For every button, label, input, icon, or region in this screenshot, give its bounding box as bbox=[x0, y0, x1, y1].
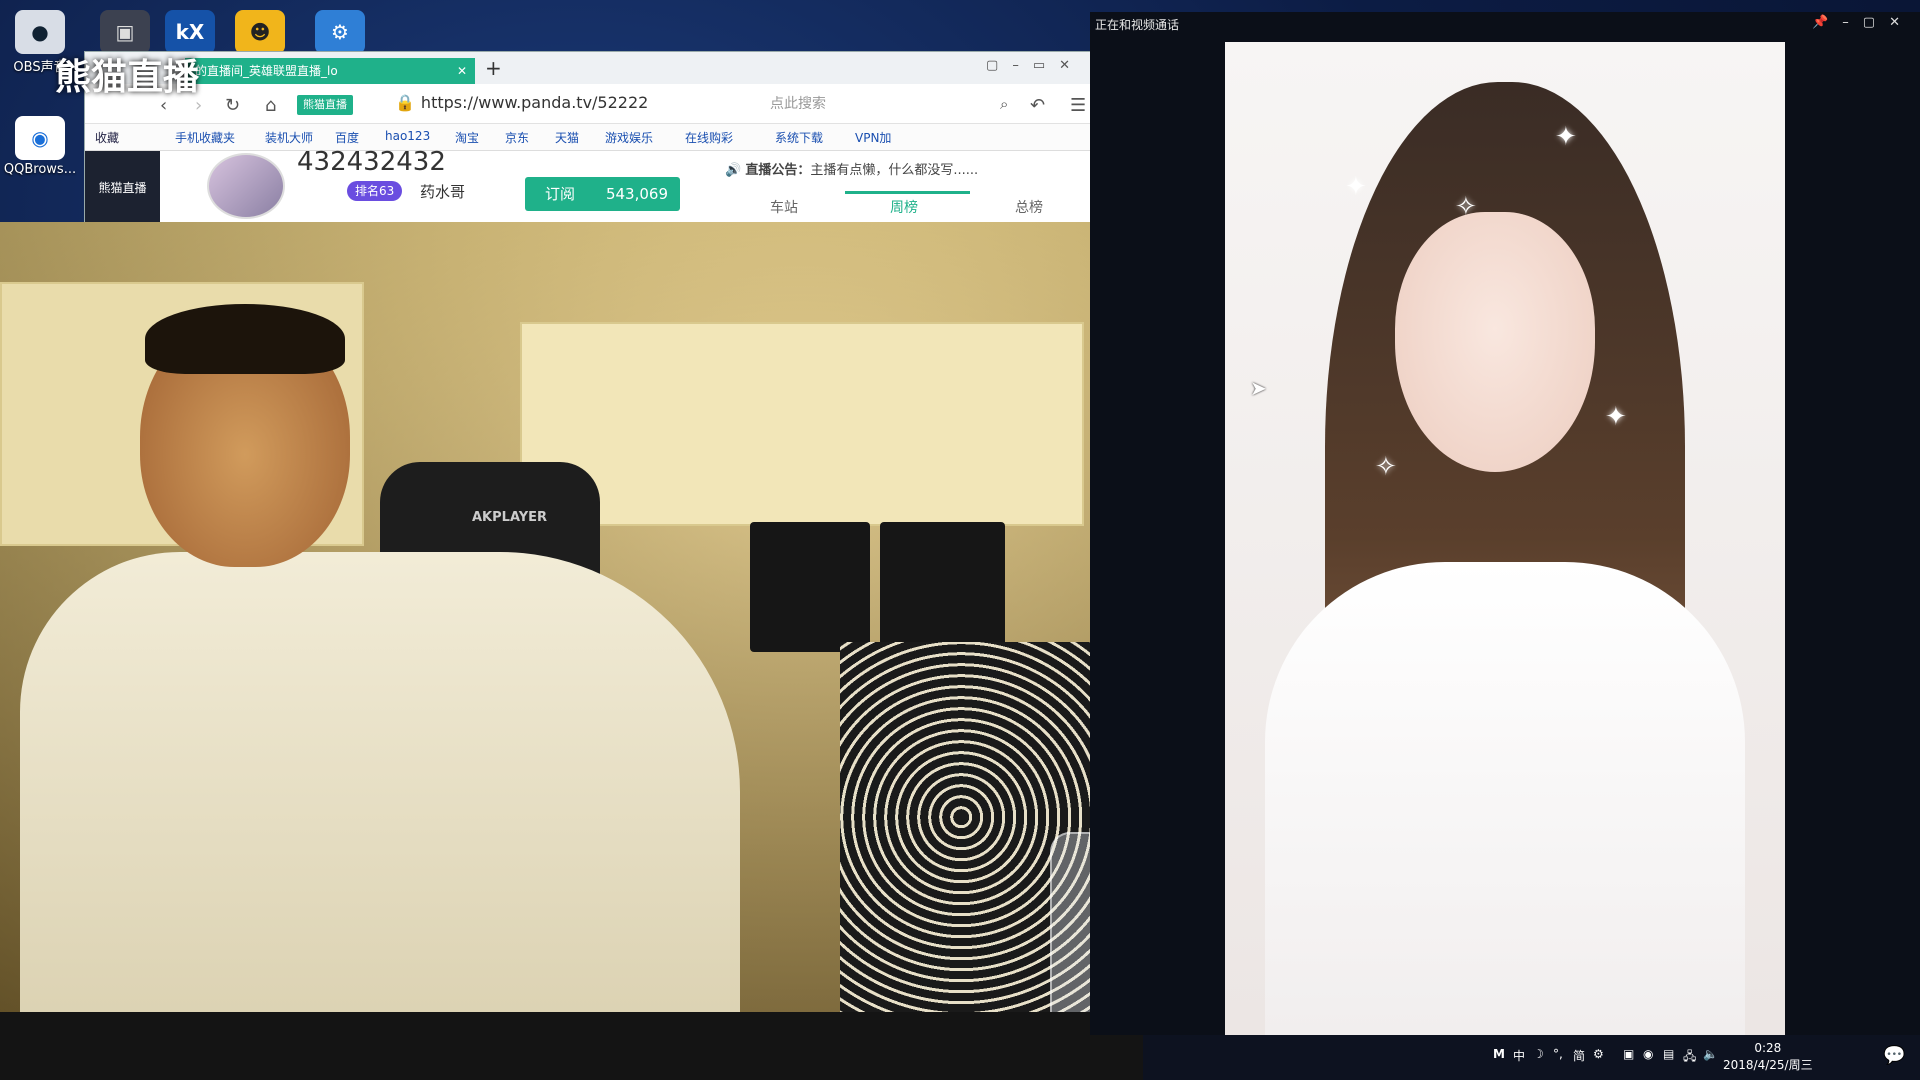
speaker bbox=[750, 522, 870, 652]
sparkle-icon: ✦ bbox=[1555, 122, 1577, 152]
browser-window-controls[interactable]: ▢–▭✕ bbox=[986, 58, 1084, 73]
url-text: https://www.panda.tv/52222 bbox=[420, 93, 649, 112]
call-window-controls[interactable]: 📌–▢✕ bbox=[1812, 15, 1914, 30]
remote-video: ✦ ✧ ✦ ✧ ✦ bbox=[1225, 42, 1785, 1035]
webcam-feed: AKPLAYER bbox=[0, 222, 1143, 1080]
gear-icon[interactable]: ⚙ bbox=[1593, 1047, 1604, 1061]
sparkle-icon: ✦ bbox=[1345, 172, 1367, 202]
menu-icon[interactable]: ☰ bbox=[1070, 95, 1086, 116]
bookmark-item[interactable]: 游戏娱乐 bbox=[605, 129, 653, 146]
speaker-icon: 🔊 bbox=[725, 163, 746, 178]
tab-title: 的直播间_英雄联盟直播_lo bbox=[195, 64, 338, 78]
qqbrowser-icon: ◉ bbox=[15, 116, 65, 160]
bookmark-item[interactable]: 京东 bbox=[505, 129, 529, 146]
room-id: 432432432 bbox=[297, 147, 446, 177]
tray-app-icon[interactable]: ▣ bbox=[1623, 1047, 1634, 1061]
bookmark-item[interactable]: 装机大师 bbox=[265, 129, 313, 146]
bookmark-item[interactable]: 收藏 bbox=[95, 129, 119, 146]
sidebar-logo[interactable]: 熊猫直播 bbox=[85, 151, 160, 222]
gear-icon: ⚙ bbox=[315, 10, 365, 54]
mouse-cursor-icon: ➤ bbox=[1250, 376, 1267, 400]
punct-icon[interactable]: °, bbox=[1553, 1047, 1563, 1061]
lock-icon: 🔒 bbox=[395, 93, 415, 112]
site-badge: 熊猫直播 bbox=[297, 95, 353, 115]
undo-icon[interactable]: ↶ bbox=[1030, 95, 1045, 116]
notice-label: 直播公告： bbox=[745, 163, 811, 178]
video-call-window: 正在和视频通话 📌–▢✕ ✦ ✧ ✦ ✧ ✦ bbox=[1090, 12, 1920, 1035]
volume-icon[interactable]: 🔈 bbox=[1703, 1047, 1718, 1061]
network-icon[interactable]: 🖧 bbox=[1683, 1047, 1696, 1068]
nav-bar: ‹ › ↻ ⌂ 熊猫直播 🔒 https://www.panda.tv/52222… bbox=[85, 85, 1090, 124]
bookmark-item[interactable]: 系统下载 bbox=[775, 129, 823, 146]
subscribe-button[interactable]: 订阅 543,069 bbox=[525, 177, 680, 211]
sparkle-icon: ✧ bbox=[1455, 192, 1477, 222]
notice-text: 主播有点懒，什么都没写...... bbox=[810, 163, 979, 178]
tray-app-icon[interactable]: ◉ bbox=[1643, 1047, 1653, 1061]
bookmark-item[interactable]: 手机收藏夹 bbox=[175, 129, 235, 146]
bookmark-item[interactable]: 天猫 bbox=[555, 129, 579, 146]
tab-weekly[interactable]: 周榜 bbox=[890, 197, 918, 217]
sidebar-logo-text: 熊猫直播 bbox=[98, 181, 147, 195]
desktop-icon-label: QQBrows... bbox=[3, 162, 77, 177]
bookmarks-bar: 收藏 手机收藏夹 装机大师 百度 hao123 淘宝 京东 天猫 游戏娱乐 在线… bbox=[85, 124, 1090, 151]
subscribe-label: 订阅 bbox=[545, 185, 576, 203]
desktop-icon-yy[interactable]: ☻ bbox=[220, 6, 300, 56]
speaker bbox=[880, 522, 1005, 652]
clock-time: 0:28 bbox=[1754, 1041, 1782, 1055]
girl-dress bbox=[1265, 562, 1745, 1035]
address-bar[interactable]: 🔒 https://www.panda.tv/52222 bbox=[395, 93, 648, 112]
ime-chinese[interactable]: 中 bbox=[1513, 1047, 1525, 1064]
search-icon[interactable]: ⌕ bbox=[1000, 95, 1008, 113]
streamer-name: 药水哥 bbox=[420, 183, 466, 201]
bookmark-item[interactable]: hao123 bbox=[385, 129, 430, 143]
tab-total[interactable]: 总榜 bbox=[1015, 197, 1043, 217]
rank-badge: 排名63 bbox=[347, 181, 403, 201]
girl-face bbox=[1395, 212, 1595, 472]
active-tab-indicator bbox=[845, 191, 970, 194]
moon-icon[interactable]: ☽ bbox=[1533, 1047, 1544, 1061]
bookmark-item[interactable]: 百度 bbox=[335, 129, 359, 146]
tray-app-icon[interactable]: ▤ bbox=[1663, 1047, 1674, 1061]
chair-brand: AKPLAYER bbox=[472, 510, 548, 525]
browser-window: 的直播间_英雄联盟直播_lo ✕ + ▢–▭✕ ‹ › ↻ ⌂ 熊猫直播 🔒 ht… bbox=[85, 52, 1090, 222]
desktop-icon-settings[interactable]: ⚙ bbox=[300, 6, 380, 56]
sparkle-icon: ✧ bbox=[1375, 452, 1397, 482]
clock[interactable]: 0:28 2018/4/25/周三 bbox=[1723, 1040, 1813, 1074]
page-content: 熊猫直播 432432432 排名63 药水哥 订阅 543,069 🔊 直播公… bbox=[85, 147, 1090, 222]
clock-date: 2018/4/25/周三 bbox=[1723, 1058, 1813, 1072]
rank-tabs: 车站 周榜 总榜 bbox=[725, 191, 1090, 221]
yy-icon: ☻ bbox=[235, 10, 285, 54]
new-tab-button[interactable]: + bbox=[485, 56, 502, 80]
floor bbox=[0, 1012, 1143, 1080]
call-title: 正在和视频通话 bbox=[1095, 18, 1180, 32]
bookmark-item[interactable]: 淘宝 bbox=[455, 129, 479, 146]
ime-simplified[interactable]: 简 bbox=[1573, 1047, 1585, 1064]
browser-tab[interactable]: 的直播间_英雄联盟直播_lo ✕ bbox=[185, 58, 475, 84]
home-icon[interactable]: ⌂ bbox=[265, 95, 276, 116]
tab-station[interactable]: 车站 bbox=[770, 197, 798, 217]
bookmark-item[interactable]: VPN加 bbox=[855, 129, 891, 146]
person-hair bbox=[145, 304, 345, 374]
announcement: 🔊 直播公告：主播有点懒，什么都没写...... bbox=[725, 159, 978, 178]
subscribe-count: 543,069 bbox=[605, 185, 668, 203]
ime-mode-m[interactable]: M bbox=[1493, 1047, 1505, 1061]
desktop-icon-qqbrowser[interactable]: ◉ QQBrows... bbox=[0, 112, 80, 177]
reload-icon[interactable]: ↻ bbox=[225, 95, 240, 116]
overlay-logo: 熊猫直播 bbox=[55, 57, 200, 98]
shelf bbox=[520, 322, 1084, 526]
taskbar: M 中 ☽ °, 简 ⚙ ▣ ◉ ▤ 🖧 🔈 0:28 2018/4/25/周三… bbox=[1143, 1035, 1920, 1080]
tab-bar: 的直播间_英雄联盟直播_lo ✕ + ▢–▭✕ bbox=[85, 52, 1090, 84]
close-tab-icon[interactable]: ✕ bbox=[457, 58, 467, 84]
avatar[interactable] bbox=[207, 153, 285, 219]
bookmark-item[interactable]: 在线购彩 bbox=[685, 129, 733, 146]
notification-icon[interactable]: 💬 bbox=[1883, 1045, 1905, 1066]
person-body bbox=[20, 552, 740, 1080]
search-input[interactable]: 点此搜索 bbox=[770, 93, 1010, 115]
sparkle-icon: ✦ bbox=[1605, 402, 1627, 432]
